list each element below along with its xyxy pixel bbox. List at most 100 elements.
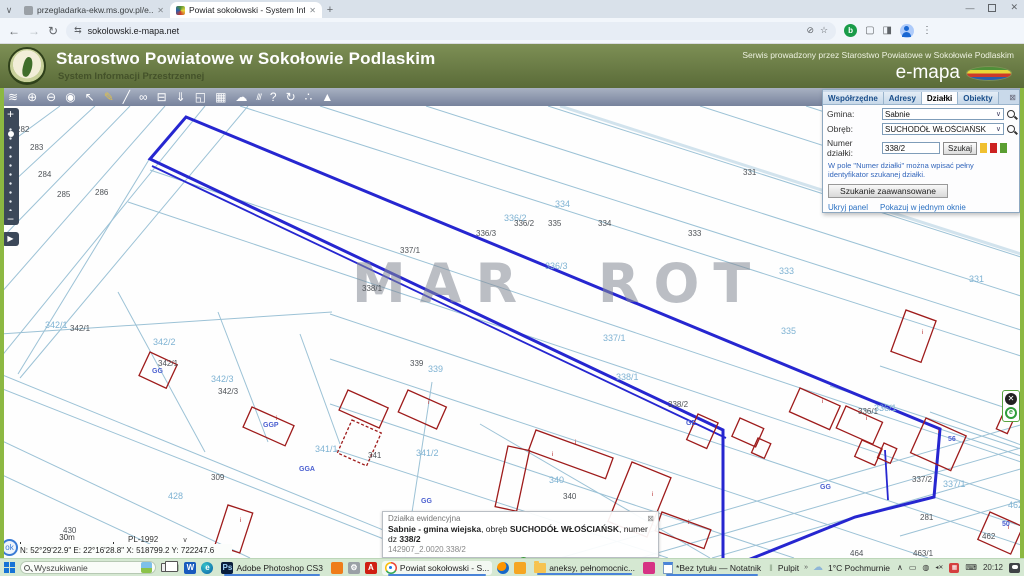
edge-icon[interactable]: e [201,562,213,574]
tray-red-app-icon[interactable]: ▦ [949,563,959,573]
tab-dzialki[interactable]: Działki [922,92,958,104]
panel-expand-arrow[interactable]: ▶ [2,232,19,246]
zoom-track[interactable] [6,123,15,211]
annotate-pen-icon[interactable]: ✎ [104,88,114,106]
legend-color-green [1000,143,1007,153]
display-icon[interactable]: ▭ [909,563,917,572]
extensions-puzzle-icon[interactable]: ▢ [865,25,874,36]
eye-off-icon[interactable]: ⊘ [806,25,814,36]
download-icon[interactable]: ⇓ [176,88,186,106]
coordinates-bar: N: 52°29'22.9" E: 22°16'28.8" X: 518799.… [0,544,232,558]
pointer-icon[interactable]: ↖ [85,88,95,106]
back-button[interactable]: ← [8,24,20,38]
zoom-in-icon[interactable]: ⊕ [27,88,37,106]
photoshop-task[interactable]: Ps Adobe Photoshop CS3 [218,561,325,575]
measure-icon[interactable]: ╱ [123,88,130,106]
parcel-info-popup: Działka ewidencyjna ⊠ Sabnie - gmina wie… [382,511,659,558]
tab2-close-icon[interactable]: ✕ [309,6,316,15]
parcel-number-input[interactable]: 338/2 [882,142,940,154]
browser-menu-icon[interactable]: ⋮ [922,25,932,36]
help-icon[interactable]: ? [270,88,277,106]
start-button[interactable] [4,562,15,574]
browser-tab-2[interactable]: Powiat sokołowski - System Inf... ✕ [170,2,322,18]
tab1-close-icon[interactable]: ✕ [157,6,164,15]
points-icon[interactable]: ∴ [305,88,313,106]
word-icon[interactable]: W [184,562,196,574]
search-highlight-image[interactable] [141,562,152,573]
new-tab-button[interactable]: + [322,2,338,18]
print-icon[interactable]: ⊟ [157,88,167,106]
zoom-slider[interactable]: + − [2,108,19,225]
hide-panel-link[interactable]: Ukryj panel [828,203,868,212]
advanced-search-button[interactable]: Szukanie zaawansowane [828,184,948,198]
task-view-icon[interactable] [161,563,171,572]
hatch-lines-icon[interactable]: /// [256,88,261,106]
north-arrow-icon[interactable]: ▲ [321,88,333,106]
parcel-label: 342/1 [45,320,68,330]
firefox-icon[interactable] [497,562,509,574]
panel-close-icon[interactable]: ⊠ [1009,93,1016,102]
weather-cloud-icon[interactable]: ☁ [813,562,823,573]
refresh-cloud-icon[interactable]: ↻ [286,88,296,106]
close-overlay-button[interactable]: ✕ [1005,393,1017,405]
tab-wspolrzedne[interactable]: Współrzędne [823,92,884,104]
comment-cloud-icon[interactable]: ☁ [235,88,247,106]
orange-app2-icon[interactable] [514,562,526,574]
window-close-button[interactable]: ✕ [1010,2,1018,13]
pulpit-expand-icon[interactable]: » [804,564,808,571]
search-icon[interactable] [1007,110,1015,118]
layers-icon[interactable]: ≋ [8,88,18,106]
browser-tabstrip: ∨ przegladarka-ekw.ms.gov.pl/e... ✕ Powi… [0,0,1024,18]
explorer-task[interactable]: aneksy, pełnomocnic... [531,562,638,574]
orange-app-icon[interactable] [331,562,343,574]
weather-text[interactable]: 1°C Pochmurnie [828,563,890,573]
chrome-task[interactable]: Powiat sokołowski - S... [382,561,492,575]
crs-selector[interactable]: PL-1992 ∨ [128,535,188,544]
site-info-icon[interactable]: ⇆ [74,25,82,36]
szukaj-button[interactable]: Szukaj [943,142,977,155]
pulpit-toolbar[interactable]: Pulpit [778,563,799,573]
copy-view-icon[interactable]: ◱ [195,88,206,106]
forward-button[interactable]: → [28,24,40,38]
single-window-link[interactable]: Pokazuj w jednym oknie [880,203,966,212]
tab-search-icon[interactable]: ∨ [0,2,18,18]
side-panel-icon[interactable]: ◨ [883,25,892,36]
extension-badge-icon[interactable]: b [844,24,857,37]
county-logo[interactable] [8,47,46,85]
browser-tab-1[interactable]: przegladarka-ekw.ms.gov.pl/e... ✕ [18,2,170,18]
link-icon[interactable]: ∞ [139,88,148,106]
volume-muted-icon[interactable]: ◂✕ [935,564,943,571]
parcel-label: 338/1 [362,284,382,293]
network-icon[interactable]: ◍ [922,563,929,572]
full-extent-icon[interactable]: ◉ [65,88,75,106]
tab-obiekty[interactable]: Obiekty [958,92,998,104]
tray-chevron-icon[interactable]: ∧ [897,563,903,572]
obreb-select[interactable]: SUCHODÓŁ WŁOŚCIAŃSK∨ [882,123,1004,135]
window-maximize-button[interactable] [988,4,996,12]
svg-text:i: i [822,399,823,405]
locate-button[interactable]: e [1005,407,1017,419]
zoom-out-icon[interactable]: ⊖ [46,88,56,106]
zoom-in-button[interactable]: + [2,108,19,121]
taskbar-search[interactable]: Wyszukiwanie [20,561,156,574]
notepad-task[interactable]: *Bez tytułu — Notatnik [660,561,764,575]
tab-adresy[interactable]: Adresy [884,92,922,104]
zoom-out-button[interactable]: − [2,213,19,225]
address-bar[interactable]: ⇆ sokolowski.e-mapa.net ⊘ ☆ [66,22,836,40]
popup-close-icon[interactable]: ⊠ [647,514,654,523]
gmina-select[interactable]: Sabnie∨ [882,108,1004,120]
chat-icon[interactable] [1009,563,1020,573]
profile-avatar[interactable] [900,24,914,38]
window-minimize-button[interactable]: — [965,3,974,13]
parcel-label: 338/2 [668,400,688,409]
pink-app-icon[interactable] [643,562,655,574]
bookmark-star-icon[interactable]: ☆ [820,25,828,36]
panels-icon[interactable]: ▦ [215,88,226,106]
acrobat-icon[interactable]: A [365,562,377,574]
search-icon[interactable] [1007,125,1015,133]
reload-button[interactable]: ↻ [48,24,58,38]
clock[interactable]: 20:12 [983,563,1003,572]
gear-app-icon[interactable]: ⚙ [348,562,360,574]
keyboard-icon[interactable]: ⌨ [965,563,977,572]
zoom-handle[interactable] [8,131,14,137]
